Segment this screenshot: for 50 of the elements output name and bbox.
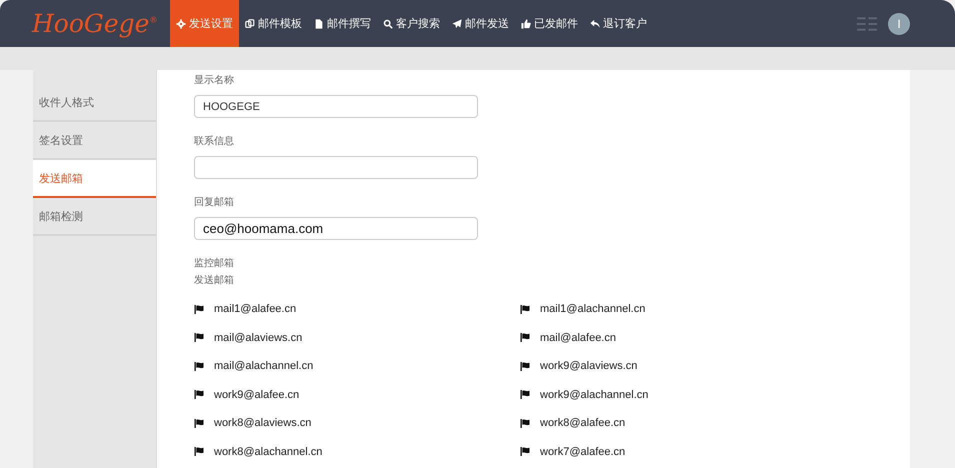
flag-icon <box>194 390 204 400</box>
copy-icon <box>245 18 255 28</box>
nav-tab[interactable]: 客户搜索 <box>377 0 446 47</box>
flag-icon <box>520 447 530 456</box>
mailbox-address: mail@alachannel.cn <box>214 360 314 372</box>
mailbox-address: mail1@alachannel.cn <box>540 303 646 316</box>
nav-tab[interactable]: 邮件撰写 <box>308 0 377 47</box>
flag-icon <box>520 418 530 428</box>
text-field[interactable]: ceo@hoomama.com <box>194 217 478 240</box>
reply-icon <box>590 18 600 28</box>
gear-icon <box>176 18 186 28</box>
field-label: 显示名称 <box>194 74 235 88</box>
sidebar-item[interactable]: 邮箱检测 <box>33 198 156 236</box>
flag-icon <box>520 333 530 342</box>
nav-tab[interactable]: 邮件发送 <box>446 0 515 47</box>
mailbox-address: work9@alachannel.cn <box>540 388 648 401</box>
document-icon <box>314 18 324 28</box>
mailbox-address: work7@alafee.cn <box>540 446 626 458</box>
sidebar-item[interactable]: 发送邮箱 <box>33 160 156 198</box>
text-field[interactable]: HOOGEGE <box>194 95 478 118</box>
mailbox-address: work8@alafee.cn <box>540 417 626 430</box>
thumbs-up-icon <box>521 18 531 28</box>
flag-icon <box>194 418 204 428</box>
flag-icon <box>520 304 530 314</box>
flag-icon <box>520 362 530 371</box>
mailbox-address: work8@alaviews.cn <box>214 417 312 430</box>
field-label: 回复邮箱 <box>194 196 235 210</box>
mailbox-address: mail@alaviews.cn <box>214 332 302 344</box>
list-grid-icon[interactable] <box>857 16 878 30</box>
paper-plane-icon <box>452 18 462 28</box>
field-label: 联系信息 <box>194 134 235 149</box>
nav-tab[interactable]: 邮件模板 <box>239 0 308 47</box>
flag-icon <box>194 362 204 371</box>
nav-tab[interactable]: 发送设置 <box>170 0 239 47</box>
flag-icon <box>194 447 204 456</box>
flag-icon <box>194 304 204 314</box>
nav-tab[interactable]: 已发邮件 <box>515 0 584 47</box>
mailbox-address: mail@alafee.cn <box>540 332 616 344</box>
mailbox-address: work9@alaviews.cn <box>540 360 638 372</box>
flag-icon <box>194 333 204 342</box>
section-label: 监控邮箱 <box>194 256 235 271</box>
search-icon <box>383 18 393 28</box>
mailbox-address: mail1@alafee.cn <box>214 303 296 316</box>
nav-tab[interactable]: 退订客户 <box>584 0 653 47</box>
sidebar-item[interactable]: 收件人格式 <box>33 84 156 122</box>
section-label: 发送邮箱 <box>194 274 235 288</box>
text-field[interactable] <box>194 156 478 179</box>
flag-icon <box>520 390 530 400</box>
mailbox-address: work8@alachannel.cn <box>214 446 322 458</box>
mailbox-address: work9@alafee.cn <box>214 388 300 401</box>
